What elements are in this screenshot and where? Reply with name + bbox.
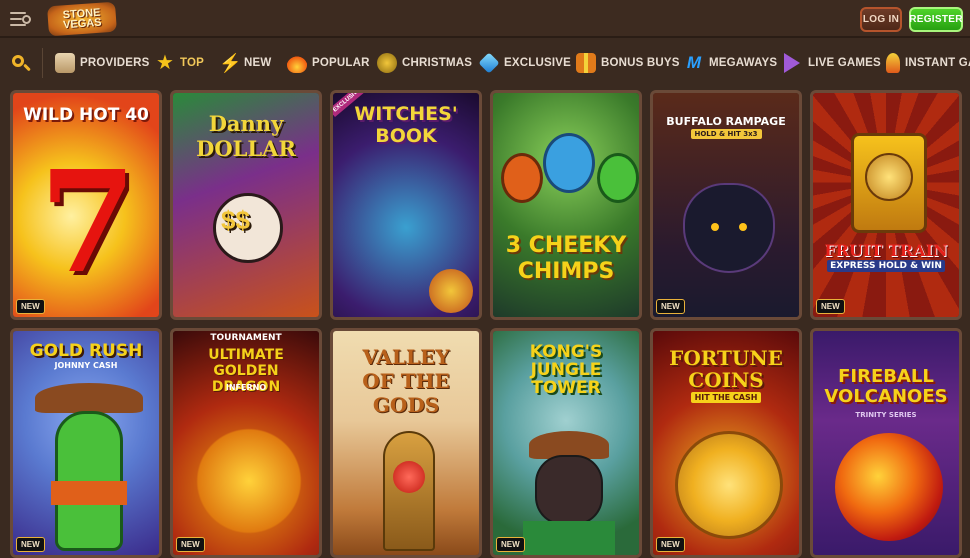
dollar-eyes: $$ [221, 205, 250, 235]
cowboy-hat [35, 383, 143, 413]
game-title: FORTUNE COINS [669, 346, 783, 392]
new-badge: NEW [656, 299, 685, 314]
game-subtitle: EXPRESS HOLD & WIN [813, 260, 959, 272]
game-title: GOLD RUSH [29, 341, 143, 361]
gorilla-shirt [523, 521, 615, 555]
game-title: WITCHES' BOOK [354, 103, 458, 147]
category-label: NEW [244, 57, 272, 69]
category-christmas[interactable]: CHRISTMAS [377, 52, 472, 74]
new-badge: NEW [16, 299, 45, 314]
game-title: 3 CHEEKY CHIMPS [505, 233, 627, 284]
megaways-icon: M [686, 53, 702, 72]
login-button[interactable]: LOG IN [860, 7, 902, 32]
fireball [835, 433, 943, 541]
stone-vegas-logo[interactable]: STONE VEGAS [47, 1, 117, 37]
game-tile-witches-book[interactable]: EXCLUSIVE WITCHES' BOOK [330, 90, 482, 320]
category-label: INSTANT GAMES [905, 57, 970, 69]
chimp-blue [543, 133, 595, 193]
search-icon[interactable] [10, 53, 31, 73]
game-tile-fireball-volcanoes[interactable]: FIREBALL VOLCANOES TRINITY SERIES [810, 328, 962, 558]
fire-icon [287, 53, 307, 73]
buffalo-head [683, 183, 775, 273]
game-tile-gold-rush[interactable]: GOLD RUSH JOHNNY CASH NEW [10, 328, 162, 558]
game-title: KONG'S JUNGLE TOWER [529, 342, 603, 398]
category-bonus-buys[interactable]: BONUS BUYS [576, 52, 680, 74]
game-tile-fortune-coins[interactable]: FORTUNE COINS HIT THE CASH NEW [650, 328, 802, 558]
top-bar: STONE VEGAS LOG IN REGISTER [0, 0, 970, 38]
game-title: VALLEY OF THE GODS [362, 345, 450, 417]
game-title: FRUIT TRAIN [824, 241, 948, 260]
game-tile-buffalo-rampage[interactable]: BUFFALO RAMPAGE HOLD & HIT 3x3 NEW [650, 90, 802, 320]
tournament-tag: TOURNAMENT [210, 333, 282, 343]
category-label: TOP [180, 57, 205, 69]
ruby-orb [393, 461, 425, 493]
category-label: CHRISTMAS [402, 57, 473, 69]
game-subtitle: TRINITY SERIES [855, 411, 917, 419]
game-grid: WILD HOT 40 7 NEW Danny DOLLAR $$ EXCLUS… [0, 86, 970, 558]
category-instant-games[interactable]: INSTANT GAMES [886, 52, 970, 74]
game-tile-fruit-train[interactable]: FRUIT TRAIN EXPRESS HOLD & WIN NEW [810, 90, 962, 320]
category-label: BONUS BUYS [601, 57, 680, 69]
category-bar: PROVIDERS ★ TOP ⚡ NEW POPULAR CHRISTMAS … [0, 40, 970, 84]
game-subtitle: HOLD & HIT 3x3 [653, 129, 799, 139]
gold-coin [675, 431, 783, 539]
category-providers[interactable]: PROVIDERS [55, 52, 150, 74]
divider [42, 48, 43, 78]
game-title: FIREBALL VOLCANOES [824, 366, 948, 407]
seven-symbol: 7 [39, 141, 137, 305]
star-icon: ★ [156, 52, 174, 74]
category-live-games[interactable]: LIVE GAMES [784, 52, 881, 74]
game-tile-kongs-jungle-tower[interactable]: KONG'S JUNGLE TOWER NEW [490, 328, 642, 558]
diamond-icon [478, 52, 500, 74]
register-button[interactable]: REGISTER [909, 7, 963, 32]
gift-icon [576, 53, 596, 73]
play-icon [784, 53, 800, 73]
category-label: MEGAWAYS [709, 57, 778, 69]
category-popular[interactable]: POPULAR [287, 52, 370, 74]
rocket-icon [886, 53, 900, 73]
bonus-coin [429, 269, 473, 313]
new-badge: NEW [816, 299, 845, 314]
chimp-green [597, 153, 639, 203]
category-label: PROVIDERS [80, 57, 150, 69]
game-subtitle: HIT THE CASH [653, 392, 799, 403]
game-tile-wild-hot-40[interactable]: WILD HOT 40 7 NEW [10, 90, 162, 320]
category-exclusive[interactable]: EXCLUSIVE [478, 52, 571, 74]
buffalo-eyes [711, 223, 719, 231]
game-title: Danny DOLLAR [196, 111, 296, 161]
category-label: LIVE GAMES [808, 57, 881, 69]
bandana [51, 481, 127, 505]
chimp-orange [501, 153, 543, 203]
game-title: BUFFALO RAMPAGE [666, 115, 786, 128]
category-megaways[interactable]: M MEGAWAYS [684, 52, 777, 74]
game-title: WILD HOT 40 [23, 105, 149, 125]
scroll-icon [55, 53, 75, 73]
game-tile-danny-dollar[interactable]: Danny DOLLAR $$ [170, 90, 322, 320]
game-subtitle: JOHNNY CASH [54, 361, 118, 370]
train-lamp [865, 153, 913, 201]
game-subtitle: INFERNO [225, 383, 267, 392]
game-tile-valley-of-the-gods[interactable]: VALLEY OF THE GODS [330, 328, 482, 558]
gorilla-face [535, 455, 603, 525]
category-label: EXCLUSIVE [504, 57, 571, 69]
game-tile-ultimate-golden-dragon[interactable]: TOURNAMENT ULTIMATE GOLDEN DRAGON INFERN… [170, 328, 322, 558]
menu-icon[interactable] [10, 9, 34, 29]
category-label: POPULAR [312, 57, 370, 69]
ornament-icon [377, 53, 397, 73]
category-new[interactable]: ⚡ NEW [219, 52, 271, 74]
lightning-icon: ⚡ [219, 53, 242, 73]
game-tile-3-cheeky-chimps[interactable]: 3 CHEEKY CHIMPS [490, 90, 642, 320]
category-top[interactable]: ★ TOP [155, 52, 204, 74]
